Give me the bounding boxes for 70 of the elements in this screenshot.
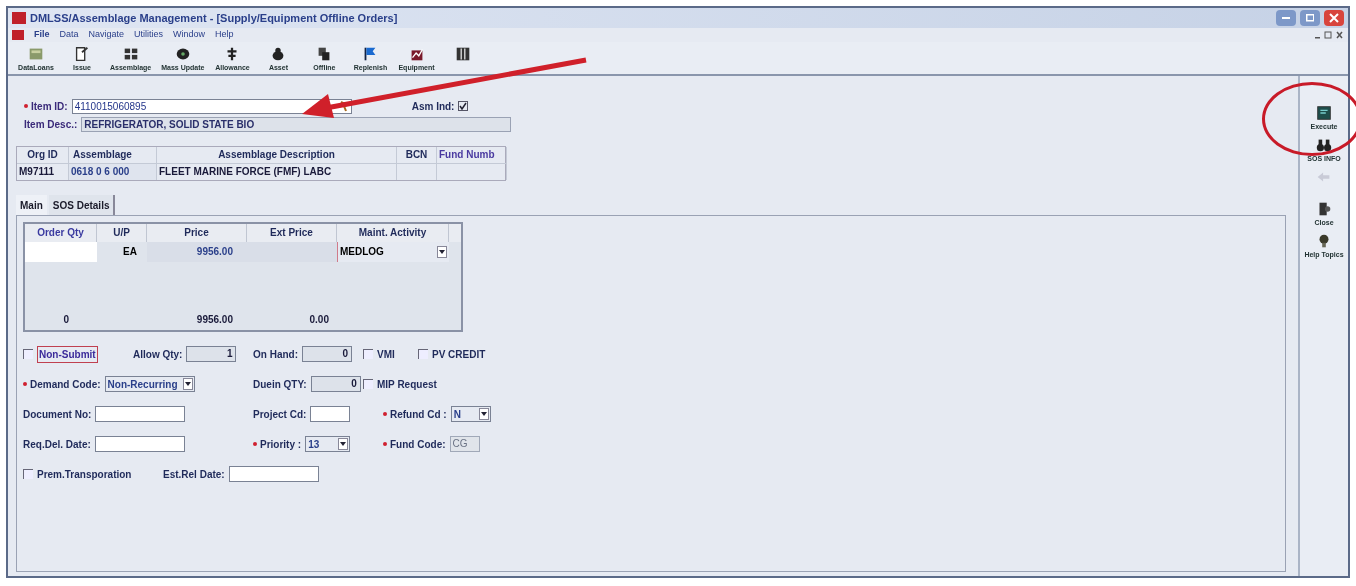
table-cell	[437, 163, 507, 180]
maint-activity-dropdown[interactable]: MEDLOG	[337, 242, 449, 262]
dropdown[interactable]: Non-Recurring	[104, 376, 195, 392]
tab[interactable]: SOS Details	[48, 195, 116, 215]
close-button[interactable]	[1324, 10, 1344, 26]
field-label: Item Desc.:	[24, 117, 78, 132]
menu-item[interactable]: Help	[215, 28, 234, 42]
input-field[interactable]	[95, 406, 186, 422]
checkbox[interactable]	[23, 469, 33, 479]
item-id-field[interactable]: 4110015060895	[71, 98, 352, 114]
dropdown[interactable]: 13	[305, 436, 351, 452]
table-cell	[397, 163, 437, 180]
field-label: Document No:	[23, 407, 92, 422]
menu-item[interactable]: Utilities	[134, 28, 164, 42]
close-icon	[1329, 13, 1339, 23]
lookup-icon	[338, 100, 349, 112]
column-header: Org ID	[17, 147, 69, 163]
screen-icon	[1315, 104, 1333, 122]
checkbox-label: PV CREDIT	[432, 347, 486, 362]
window-controls-icon	[1314, 30, 1344, 40]
field-label: Priority :	[260, 437, 302, 452]
field-label: Project Cd:	[253, 407, 307, 422]
table-cell: 9956.00	[147, 242, 247, 262]
input-field[interactable]	[228, 466, 319, 482]
field-label: Duein QTY:	[253, 377, 307, 392]
field-label: Allow Qty:	[133, 347, 183, 362]
minimize-icon	[1282, 17, 1290, 19]
column-header: BCN	[397, 147, 437, 163]
field-label: Refund Cd :	[390, 407, 447, 422]
column-header: Fund Numb	[437, 147, 507, 163]
field-label: Demand Code:	[30, 377, 101, 392]
tab[interactable]: Main	[16, 195, 47, 215]
minimize-button[interactable]	[1276, 10, 1296, 26]
restore-button[interactable]	[1300, 10, 1320, 26]
menu-item[interactable]: Navigate	[88, 28, 125, 42]
dropdown[interactable]: N	[450, 406, 491, 422]
checkbox[interactable]	[363, 379, 373, 389]
item-description-field: REFRIGERATOR, SOLID STATE BIO	[81, 116, 512, 132]
checkbox-label: VMI	[377, 347, 395, 362]
menu-item[interactable]: Window	[173, 28, 206, 42]
total-cell-text: 9956.00	[195, 313, 234, 327]
window-title: DMLSS/Assemblage Management - [Supply/Equipment Offline Orders]	[30, 10, 398, 26]
menu-item[interactable]: File	[34, 28, 50, 42]
checkbox-label: Non-Submit	[37, 345, 98, 363]
restore-icon	[1305, 14, 1315, 22]
table-cell: FLEET MARINE FORCE (FMF) LABC	[157, 163, 397, 180]
menu-item[interactable]: Data	[59, 28, 79, 42]
input-field[interactable]	[310, 406, 351, 422]
table-cell: 0618 0 6 000	[69, 163, 157, 180]
field-label: Est.Rel Date:	[163, 467, 225, 482]
checkbox[interactable]	[418, 349, 428, 359]
column-header: Assemblage Description	[157, 147, 397, 163]
checkbox[interactable]	[458, 101, 469, 111]
field-label: Req.Del. Date:	[23, 437, 91, 452]
app-logo-icon	[12, 30, 24, 40]
total-cell-text: 0	[62, 313, 70, 327]
document-window-controls[interactable]	[1314, 30, 1344, 40]
checkbox-label: Prem.Transporation	[37, 467, 132, 482]
field-label: Fund Code:	[390, 437, 446, 452]
total-cell-text: 0.00	[308, 313, 330, 327]
input-field[interactable]	[25, 242, 97, 262]
field-label: Item ID:	[31, 99, 68, 114]
field-label: On Hand:	[253, 347, 298, 362]
input-field[interactable]	[94, 436, 185, 452]
checkbox[interactable]	[23, 349, 33, 359]
checkbox[interactable]	[363, 349, 373, 359]
checkbox-label: MIP Request	[377, 377, 437, 392]
document-edit-icon	[73, 45, 91, 63]
app-logo-icon	[12, 12, 26, 24]
field-label: Asm Ind:	[411, 99, 455, 114]
